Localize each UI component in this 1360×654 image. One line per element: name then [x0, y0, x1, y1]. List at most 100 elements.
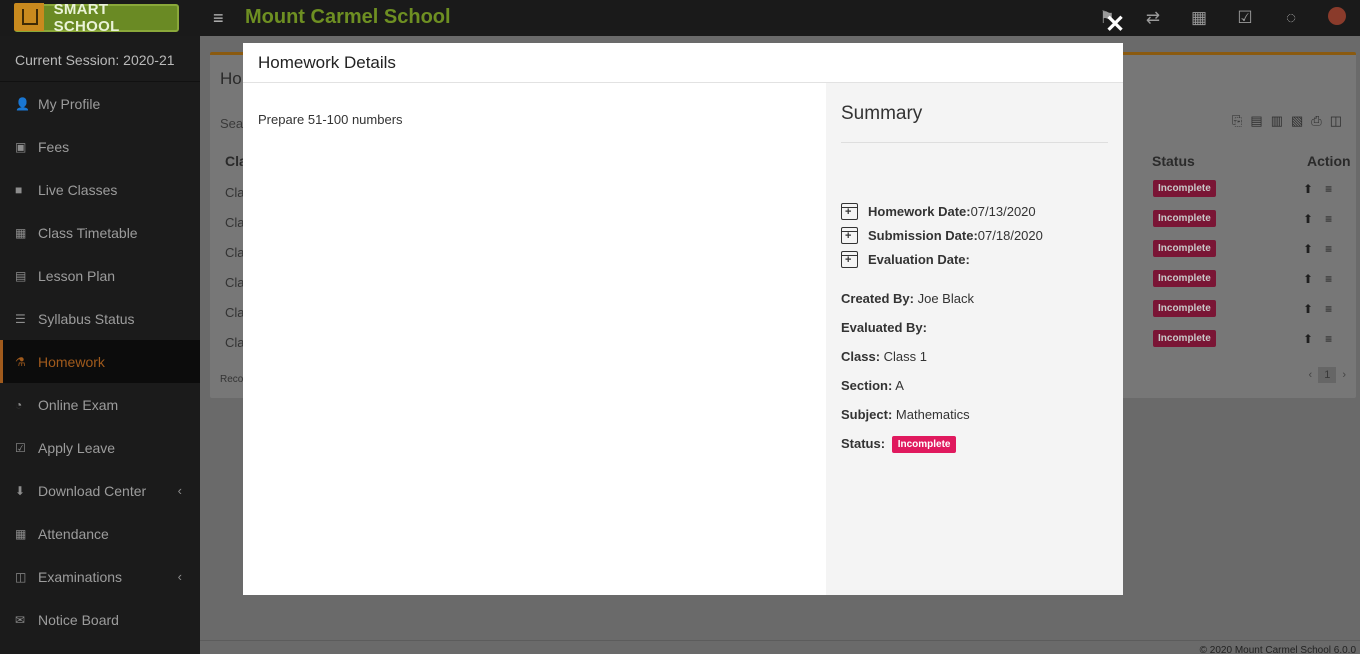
section-row: Section: A [841, 378, 904, 393]
class-cell: Cla [225, 305, 245, 320]
homework-date-label: Homework Date: [868, 203, 971, 219]
details-menu-icon[interactable]: ≡ [1325, 272, 1344, 286]
sidebar-item-homework[interactable]: ⚗ Homework [0, 340, 200, 383]
whatsapp-icon[interactable]: ◌ [1268, 8, 1314, 28]
sidebar-item-examinations[interactable]: ◫ Examinations ‹ [0, 555, 200, 598]
sidebar-item-label: Homework [38, 353, 105, 370]
class-cell: Cla [225, 245, 245, 260]
sidebar-item-label: Syllabus Status [38, 310, 135, 327]
row-actions: ⬆≡ [1303, 182, 1344, 196]
swap-icon[interactable]: ⇄ [1130, 8, 1176, 28]
sidebar-item-label: Download Center [38, 482, 147, 499]
details-menu-icon[interactable]: ≡ [1325, 302, 1344, 316]
upload-icon[interactable]: ⬆ [1303, 242, 1325, 256]
list-alt-icon: ▤ [15, 268, 27, 283]
list-ol-icon: ☰ [15, 311, 26, 326]
chevron-left-icon: ‹ [177, 483, 182, 498]
copy-icon[interactable]: ⎘ [1232, 113, 1242, 129]
homework-description: Prepare 51-100 numbers [258, 112, 403, 127]
status-badge: Incomplete [1153, 300, 1216, 317]
next-page-icon[interactable]: › [1342, 369, 1346, 381]
evaluated-by-row: Evaluated By: [841, 320, 927, 335]
pagination: ‹ 1 › [1309, 367, 1346, 383]
column-action: Action [1307, 153, 1351, 169]
details-menu-icon[interactable]: ≡ [1325, 182, 1344, 196]
sidebar-item-my-profile[interactable]: 👤 My Profile [0, 82, 200, 125]
sidebar-item-live-classes[interactable]: ■ Live Classes [0, 168, 200, 211]
pdf-icon[interactable]: ▧ [1291, 113, 1303, 129]
sidebar-item-label: Fees [38, 138, 70, 155]
page-number[interactable]: 1 [1318, 367, 1337, 383]
sidebar-item-download-center[interactable]: ⬇ Download Center ‹ [0, 469, 200, 512]
top-navbar: SMART SCHOOL ≡ Mount Carmel School ⚑ ⇄ ▦… [0, 0, 1360, 36]
created-by-label: Created By: [841, 291, 914, 306]
sidebar-item-class-timetable[interactable]: ▦ Class Timetable [0, 211, 200, 254]
calendar-icon[interactable]: ▦ [1176, 8, 1222, 28]
homework-description-pane: Prepare 51-100 numbers [243, 83, 826, 595]
envelope-icon: ✉ [15, 612, 26, 627]
app-logo[interactable]: SMART SCHOOL [14, 1, 179, 35]
calendar-plus-icon [841, 250, 858, 268]
details-menu-icon[interactable]: ≡ [1325, 212, 1344, 226]
sidebar-item-label: Attendance [38, 525, 109, 542]
details-menu-icon[interactable]: ≡ [1325, 242, 1344, 256]
menu-toggle-icon[interactable]: ≡ [213, 8, 224, 29]
evaluation-date-row: Evaluation Date: [841, 249, 970, 269]
summary-title: Summary [841, 103, 923, 124]
sidebar-item-syllabus-status[interactable]: ☰ Syllabus Status [0, 297, 200, 340]
chevron-left-icon: ‹ [177, 569, 182, 584]
excel-icon[interactable]: ▤ [1250, 113, 1262, 129]
sidebar-item-attendance[interactable]: ▦ Attendance [0, 512, 200, 555]
user-avatar[interactable] [1314, 6, 1360, 30]
upload-icon[interactable]: ⬆ [1303, 272, 1325, 286]
sidebar-item-online-exam[interactable]: ◔ Online Exam [0, 383, 200, 426]
calendar-plus-icon [841, 226, 858, 244]
class-label: Class: [841, 349, 881, 364]
status-badge: Incomplete [1153, 330, 1216, 347]
homework-date-row: Homework Date: 07/13/2020 [841, 201, 1036, 221]
flask-icon: ⚗ [15, 354, 26, 369]
records-info: Reco [220, 374, 244, 385]
submission-date-value: 07/18/2020 [977, 227, 1043, 243]
footer-text: © 2020 Mount Carmel School 6.0.0 [1199, 645, 1356, 654]
current-session: Current Session: 2020-21 [0, 36, 200, 82]
sidebar: Current Session: 2020-21 👤 My Profile ▣ Fee… [0, 36, 200, 654]
status-badge: Incomplete [1153, 210, 1216, 227]
school-name: Mount Carmel School [245, 6, 451, 28]
row-actions: ⬆≡ [1303, 302, 1344, 316]
sidebar-item-label: My Profile [38, 95, 101, 112]
upload-icon[interactable]: ⬆ [1303, 212, 1325, 226]
subject-label: Subject: [841, 407, 893, 422]
footer: © 2020 Mount Carmel School 6.0.0 [200, 640, 1360, 654]
modal-header: Homework Details [243, 43, 1123, 83]
sidebar-item-label: Online Exam [38, 396, 119, 413]
sidebar-item-apply-leave[interactable]: ☑ Apply Leave [0, 426, 200, 469]
check-square-icon: ☑ [15, 440, 26, 455]
status-badge: Incomplete [891, 436, 957, 453]
money-icon: ▣ [15, 139, 27, 154]
upload-icon[interactable]: ⬆ [1303, 332, 1325, 346]
user-plus-icon: 👤 [15, 96, 30, 111]
upload-icon[interactable]: ⬆ [1303, 182, 1325, 196]
columns-icon[interactable]: ◫ [1330, 113, 1342, 129]
status-badge: Incomplete [1153, 270, 1216, 287]
created-by-row: Created By: Joe Black [841, 291, 974, 306]
column-status[interactable]: Status [1152, 153, 1195, 169]
close-icon[interactable]: ✕ [1104, 13, 1126, 37]
sidebar-item-notice-board[interactable]: ✉ Notice Board [0, 598, 200, 641]
search-input[interactable]: Sea [220, 116, 243, 131]
details-menu-icon[interactable]: ≡ [1325, 332, 1344, 346]
sidebar-item-lesson-plan[interactable]: ▤ Lesson Plan [0, 254, 200, 297]
class-cell: Cla [225, 335, 245, 350]
rss-icon: ◔ [15, 397, 23, 412]
class-value: Class 1 [883, 349, 928, 364]
row-actions: ⬆≡ [1303, 212, 1344, 226]
print-icon[interactable]: ⎙ [1311, 113, 1321, 129]
calendar-check-icon: ▦ [15, 526, 27, 541]
row-actions: ⬆≡ [1303, 332, 1344, 346]
check-square-icon[interactable]: ☑ [1222, 8, 1268, 28]
upload-icon[interactable]: ⬆ [1303, 302, 1325, 316]
csv-icon[interactable]: ▥ [1271, 113, 1283, 129]
prev-page-icon[interactable]: ‹ [1309, 369, 1313, 381]
sidebar-item-fees[interactable]: ▣ Fees [0, 125, 200, 168]
